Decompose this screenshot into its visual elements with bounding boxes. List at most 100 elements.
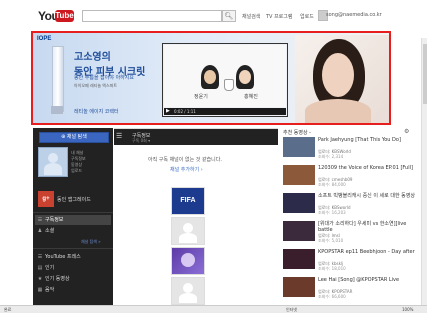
divider xyxy=(33,212,113,213)
list-icon: ☰ xyxy=(37,217,43,223)
banner-smalltext: 아이오페 레티놀 엑스퍼트 xyxy=(74,83,118,88)
security-zone-label: 인터넷 xyxy=(286,307,298,312)
profile-avatar[interactable] xyxy=(38,147,68,177)
nav-link-upload[interactable]: 업로드 xyxy=(300,13,314,20)
sidebar-item-label: YouTube 프레스 xyxy=(45,254,81,260)
feed-header: ☰ 구독정보 구독 0회 ▾ xyxy=(114,129,278,145)
nav-link-tv[interactable]: TV 프로그램 xyxy=(266,13,292,20)
nav-link-channels[interactable]: 채널검색 xyxy=(242,13,260,20)
masthead: You Tube 🔍︎ 채널검색 TV 프로그램 업로드 song@naemed… xyxy=(28,6,410,28)
brand-logo: IOPE xyxy=(37,36,52,42)
more-channels-link[interactable]: 채널 탐색 » xyxy=(81,239,101,245)
youtube-logo[interactable]: You Tube xyxy=(38,9,74,23)
fifa-label: FIFA xyxy=(180,197,196,204)
channel-thumb-fifa[interactable]: FIFA xyxy=(171,187,205,215)
browse-channels-button[interactable]: ⊕ 채널 탐색 xyxy=(39,132,109,143)
shoulder-shape xyxy=(305,99,371,123)
feed-count-dropdown[interactable]: 구독 0회 ▾ xyxy=(132,138,150,144)
video-views: 조회수: 18,010 xyxy=(318,266,346,271)
video-views: 조회수: 5,010 xyxy=(318,238,344,243)
video-item[interactable]: Lee Hai [Song] @KPOPSTAR Live 업로더: KPOPS… xyxy=(283,277,417,301)
video-views: 조회수: 16,203 xyxy=(318,210,346,215)
video-title[interactable]: Park Jaehyung [That This You Do] xyxy=(318,137,416,143)
video-title[interactable]: 소프트 빅뱅블리캐시 중신 이 세로 대한 동영상 xyxy=(318,193,416,199)
sidebar-item-label: 구독정보 xyxy=(45,217,64,223)
connect-gplus-link[interactable]: 동인 앱그레이드 xyxy=(57,196,91,203)
sidebar-item-label: 인기 동영상 xyxy=(45,276,70,282)
recommended-videos: 추천 동영상 - ⚙ Park Jaehyung [That This You … xyxy=(280,128,420,305)
profile-head-shape xyxy=(48,153,58,163)
browser-page: You Tube 🔍︎ 채널검색 TV 프로그램 업로드 song@naemed… xyxy=(0,0,427,313)
channel-thumb-placeholder[interactable] xyxy=(171,277,205,305)
video-item[interactable]: 120309 the Voice of Korea EP.01 [Full] 업… xyxy=(283,165,417,189)
chart-icon: ▤ xyxy=(37,265,43,271)
sidebar-item-popular[interactable]: ▤ 인기 xyxy=(35,263,111,273)
video-name-left: 정윤기 xyxy=(194,94,208,100)
video-item[interactable]: Park Jaehyung [That This You Do] 업로더: KB… xyxy=(283,137,417,161)
search-icon: 🔍︎ xyxy=(224,12,234,20)
video-thumbnail[interactable] xyxy=(283,137,315,157)
scrollbar-thumb[interactable] xyxy=(423,44,427,104)
video-name-right: 홍혜진 xyxy=(244,94,258,100)
subscription-feed: ☰ 구독정보 구독 0회 ▾ 아직 구독 채널이 없는 것 같습니다. 채널 추… xyxy=(114,128,278,306)
empty-message: 아직 구독 채널이 없는 것 같습니다. xyxy=(148,157,222,163)
product-tube-image xyxy=(52,46,64,112)
banner-link[interactable]: 레티놀 에이지 코렉터 xyxy=(74,108,119,115)
video-thumbnail[interactable] xyxy=(283,277,315,297)
status-text: 완료 xyxy=(4,307,12,312)
video-thumbnail[interactable] xyxy=(283,221,315,241)
divider xyxy=(33,248,113,249)
sidebar-item-music[interactable]: ▦ 음악 xyxy=(35,285,111,295)
sidebar-item-label: 음악 xyxy=(45,287,55,293)
zoom-level[interactable]: 100% xyxy=(402,307,413,312)
video-views: 조회수: 66,600 xyxy=(318,294,346,299)
banner-subtitle: 동안 주름을 잡아야 아하지요 xyxy=(74,75,134,81)
video-title[interactable]: 120309 the Voice of Korea EP.01 [Full] xyxy=(318,165,416,171)
video-thumbnail[interactable] xyxy=(283,193,315,213)
list-icon: ☰ xyxy=(116,132,123,140)
video-item[interactable]: KPOPSTAR ep11 Beebhjoon - Day after 업로더:… xyxy=(283,249,417,273)
list-icon: ☰ xyxy=(37,254,43,260)
banner-video-player[interactable]: 정윤기 홍혜진 ▶ 0:02 / 1:11 xyxy=(162,43,288,117)
video-title[interactable]: KPOPSTAR ep11 Beebhjoon - Day after xyxy=(318,249,416,255)
profile-links: 내 채널 구독정보 동영상 업로드 xyxy=(71,150,107,174)
logo-tube-text: Tube xyxy=(55,10,74,22)
video-item[interactable]: 소프트 빅뱅블리캐시 중신 이 세로 대한 동영상 업로더: KBSworld … xyxy=(283,193,417,217)
video-controls[interactable]: ▶ 0:02 / 1:11 xyxy=(164,108,286,115)
sidebar-item-label: 인기 xyxy=(45,265,55,271)
channel-thumb-placeholder[interactable] xyxy=(171,217,205,245)
left-sidebar: ⊕ 채널 탐색 내 채널 구독정보 동영상 업로드 g+ 동인 앱그레이드 ☰ 구… xyxy=(33,128,113,305)
video-thumbnail[interactable] xyxy=(283,165,315,185)
film-icon: ▦ xyxy=(37,287,43,293)
search-input[interactable] xyxy=(82,10,222,22)
video-views: 조회수: 84,000 xyxy=(318,182,346,187)
sidebar-item-press[interactable]: ☰ YouTube 프레스 xyxy=(35,252,111,262)
gear-icon[interactable]: ⚙ xyxy=(404,128,409,135)
banner-title-line1: 고소영의 xyxy=(74,52,111,63)
channel-thumb[interactable] xyxy=(171,247,205,275)
video-title[interactable]: Lee Hai [Song] @KPOPSTAR Live xyxy=(318,277,416,283)
wine-glass xyxy=(224,79,234,91)
recommended-header: 추천 동영상 - xyxy=(283,130,311,136)
sidebar-item-social[interactable]: ♟ 소셜 xyxy=(35,226,111,236)
video-screen[interactable]: 정윤기 홍혜진 xyxy=(164,45,286,107)
person-left-face xyxy=(204,70,216,84)
star-icon: ★ xyxy=(37,276,43,282)
video-item[interactable]: [위대가 소리하다] 우세미 vs 한소연][live battle 업로더: … xyxy=(283,221,417,245)
gplus-icon[interactable]: g+ xyxy=(38,191,54,207)
model-image xyxy=(295,35,389,123)
search-button[interactable]: 🔍︎ xyxy=(222,10,236,22)
add-channels-link[interactable]: 채널 추가하기 › xyxy=(170,166,203,173)
face-shape xyxy=(322,53,354,97)
video-title[interactable]: [위대가 소리하다] 우세미 vs 한소연][live battle xyxy=(318,221,416,233)
sidebar-item-subscriptions[interactable]: ☰ 구독정보 xyxy=(35,215,111,225)
person-icon: ♟ xyxy=(37,228,43,234)
profile-link[interactable]: 업로드 xyxy=(71,168,107,174)
sidebar-item-top-videos[interactable]: ★ 인기 동영상 xyxy=(35,274,111,284)
page-scrollbar[interactable] xyxy=(421,38,427,306)
user-email[interactable]: song@naemedia.co.kr xyxy=(326,12,382,18)
video-thumbnail[interactable] xyxy=(283,249,315,269)
video-time: 0:02 / 1:11 xyxy=(174,109,196,114)
play-icon[interactable]: ▶ xyxy=(166,108,170,114)
product-cap xyxy=(51,106,63,114)
